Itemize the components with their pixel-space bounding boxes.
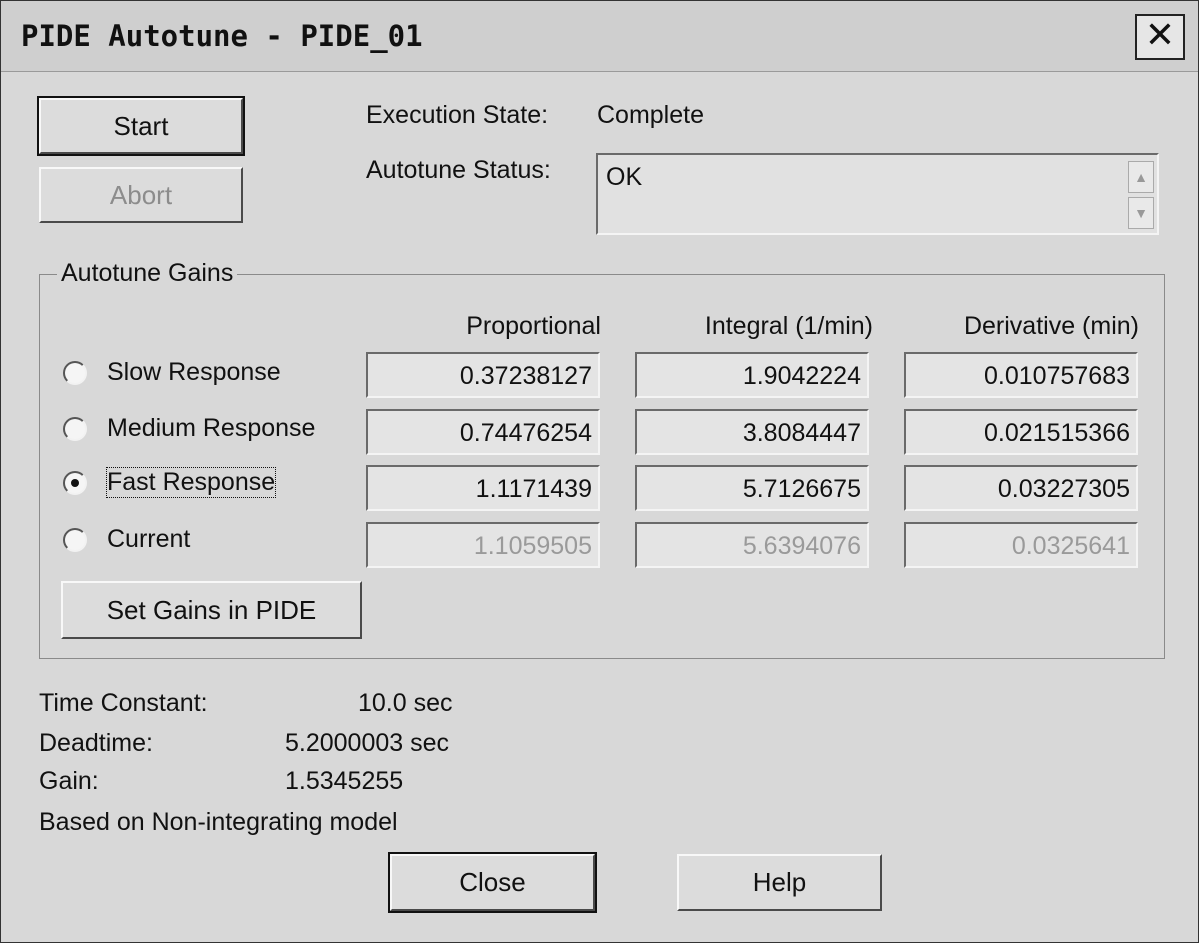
current-derivative-field: 0.0325641 bbox=[904, 522, 1138, 568]
current-integral-field: 5.6394076 bbox=[635, 522, 869, 568]
slow-integral-field[interactable]: 1.9042224 bbox=[635, 352, 869, 398]
gain-value: 1.5345255 bbox=[285, 767, 404, 795]
autotune-gains-title: Autotune Gains bbox=[57, 259, 238, 288]
scroll-up-icon[interactable]: ▲ bbox=[1128, 161, 1154, 193]
medium-proportional-field[interactable]: 0.74476254 bbox=[366, 409, 600, 455]
execution-state-label: Execution State: bbox=[366, 101, 549, 129]
medium-response-radio[interactable] bbox=[63, 417, 87, 441]
gain-label: Gain: bbox=[39, 767, 99, 795]
close-button[interactable]: Close bbox=[388, 852, 597, 913]
model-note: Based on Non-integrating model bbox=[39, 808, 398, 836]
fast-response-radio[interactable] bbox=[63, 471, 87, 495]
current-label[interactable]: Current bbox=[107, 525, 190, 554]
execution-state-value: Complete bbox=[597, 101, 704, 129]
autotune-dialog: PIDE Autotune - PIDE_01 ✕ Start Abort Ex… bbox=[0, 0, 1199, 943]
slow-proportional-field[interactable]: 0.37238127 bbox=[366, 352, 600, 398]
slow-derivative-field[interactable]: 0.010757683 bbox=[904, 352, 1138, 398]
medium-response-label[interactable]: Medium Response bbox=[107, 414, 315, 443]
medium-integral-field[interactable]: 3.8084447 bbox=[635, 409, 869, 455]
deadtime-value: 5.2000003 sec bbox=[285, 729, 450, 757]
current-proportional-field: 1.1059505 bbox=[366, 522, 600, 568]
fast-proportional-field[interactable]: 1.1171439 bbox=[366, 465, 600, 511]
slow-response-radio[interactable] bbox=[63, 361, 87, 385]
fast-derivative-field[interactable]: 0.03227305 bbox=[904, 465, 1138, 511]
autotune-status-field[interactable]: OK ▲ ▼ bbox=[596, 153, 1159, 235]
scroll-down-icon[interactable]: ▼ bbox=[1128, 197, 1154, 229]
column-header-derivative: Derivative (min) bbox=[963, 312, 1139, 340]
autotune-status-value: OK bbox=[606, 163, 643, 191]
deadtime-label: Deadtime: bbox=[39, 729, 153, 757]
start-button[interactable]: Start bbox=[37, 96, 245, 156]
fast-integral-field[interactable]: 5.7126675 bbox=[635, 465, 869, 511]
current-radio[interactable] bbox=[63, 528, 87, 552]
autotune-status-label: Autotune Status: bbox=[366, 156, 551, 184]
set-gains-button[interactable]: Set Gains in PIDE bbox=[61, 581, 362, 639]
slow-response-label[interactable]: Slow Response bbox=[107, 358, 281, 387]
fast-response-label[interactable]: Fast Response bbox=[105, 467, 277, 498]
abort-button[interactable]: Abort bbox=[39, 167, 243, 223]
medium-derivative-field[interactable]: 0.021515366 bbox=[904, 409, 1138, 455]
help-button[interactable]: Help bbox=[677, 854, 882, 911]
window-title: PIDE Autotune - PIDE_01 bbox=[21, 19, 423, 53]
time-constant-label: Time Constant: bbox=[39, 689, 208, 717]
column-header-integral: Integral (1/min) bbox=[704, 312, 873, 340]
close-icon[interactable]: ✕ bbox=[1135, 14, 1185, 60]
title-bar[interactable]: PIDE Autotune - PIDE_01 ✕ bbox=[1, 1, 1198, 72]
time-constant-value: 10.0 sec bbox=[358, 689, 453, 717]
column-header-proportional: Proportional bbox=[466, 312, 601, 340]
